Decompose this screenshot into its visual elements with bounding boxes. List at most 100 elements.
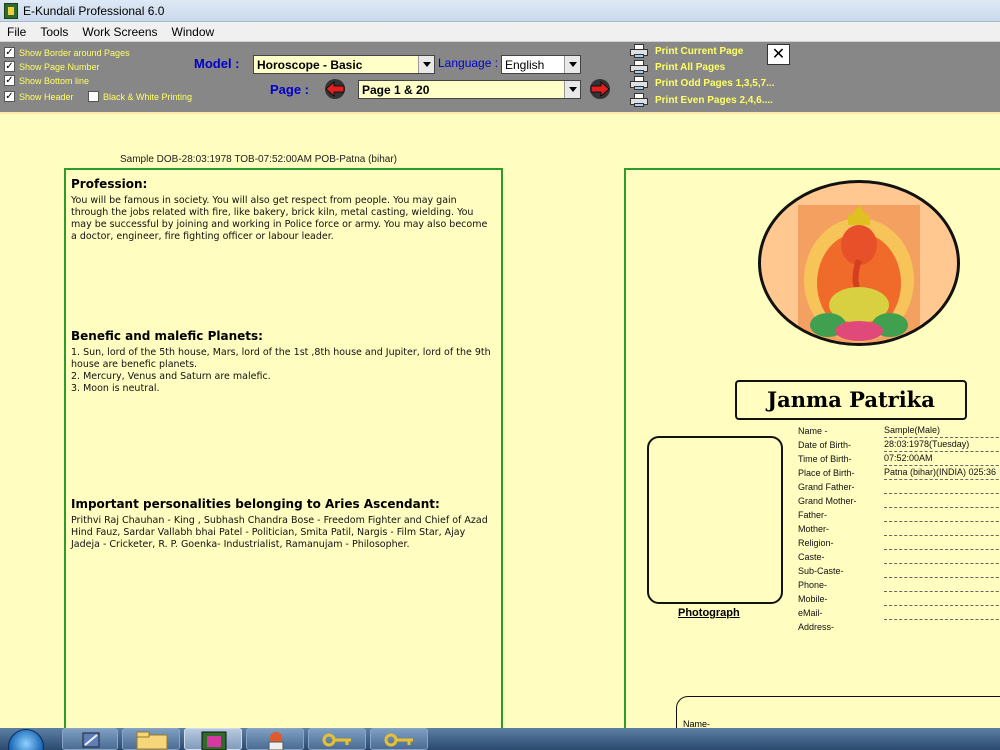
section-line: Prithvi Raj Chauhan - King , Subhash Cha… (71, 515, 488, 550)
option-show-border[interactable]: ✓ Show Border around Pages (4, 47, 130, 58)
menu-work-screens[interactable]: Work Screens (75, 25, 164, 39)
previous-page-icon[interactable] (322, 78, 348, 100)
field-label-phone: Phone- (798, 580, 828, 590)
close-button[interactable]: ✕ (767, 44, 790, 65)
print-label: Print Even Pages 2,4,6.... (655, 94, 773, 106)
ekundali-app-icon (201, 731, 227, 750)
field-label-mobile: Mobile- (798, 594, 828, 604)
option-label: Show Page Number (19, 61, 100, 72)
checkbox-show-border[interactable]: ✓ (4, 47, 15, 58)
checkbox-bw-printing[interactable] (88, 91, 99, 102)
language-label: Language : (438, 56, 499, 70)
cover-page-panel: Janma Patrika Photograph Name - Sample(M… (624, 168, 1000, 750)
field-label-grandfather: Grand Father- (798, 482, 855, 492)
field-value-pob: Patna (bihar)(INDIA) 025:36 (884, 467, 1000, 480)
menu-file[interactable]: File (0, 25, 33, 39)
option-label: Show Header (19, 91, 74, 102)
taskbar-app-installer[interactable] (246, 728, 304, 750)
checkbox-show-page-number[interactable]: ✓ (4, 61, 15, 72)
section-title-personalities: Important personalities belonging to Ari… (71, 497, 440, 511)
option-show-bottom-line[interactable]: ✓ Show Bottom line (4, 75, 89, 86)
photograph-label: Photograph (678, 607, 740, 619)
checkbox-show-header[interactable]: ✓ (4, 91, 15, 102)
taskbar (0, 728, 1000, 750)
field-label-father: Father- (798, 510, 828, 520)
chevron-down-icon[interactable] (564, 81, 580, 98)
print-current-page[interactable]: Print Current Page (630, 44, 743, 58)
field-value-caste (884, 551, 1000, 564)
checkbox-show-bottom-line[interactable]: ✓ (4, 75, 15, 86)
printer-icon (630, 44, 648, 58)
chevron-down-icon[interactable] (418, 56, 434, 73)
section-line: 1. Sun, lord of the 5th house, Mars, lor… (71, 347, 491, 370)
chevron-down-icon[interactable] (564, 56, 580, 73)
field-label-address: Address- (798, 622, 835, 632)
printer-icon (630, 76, 648, 90)
taskbar-app-ekundali[interactable] (184, 728, 242, 750)
section-line: 3. Moon is neutral. (71, 383, 160, 394)
model-label: Model : (194, 56, 240, 71)
field-value-tob: 07:52:00AM (884, 453, 1000, 466)
field-label-name: Name - (798, 426, 828, 436)
taskbar-app-tools[interactable] (62, 728, 118, 750)
language-select[interactable]: English (501, 55, 581, 74)
ganesha-image (798, 205, 920, 343)
field-value-phone (884, 579, 1000, 592)
model-select[interactable]: Horoscope - Basic (253, 55, 435, 74)
key-icon (322, 733, 351, 747)
taskbar-app-key-1[interactable] (308, 728, 366, 750)
field-value-grandmother (884, 495, 1000, 508)
window-title: E-Kundali Professional 6.0 (23, 3, 165, 18)
field-value-father (884, 509, 1000, 522)
app-icon (4, 2, 18, 19)
field-value-grandfather (884, 481, 1000, 494)
tools-icon (82, 732, 100, 748)
start-button[interactable] (8, 729, 44, 750)
printer-icon (630, 60, 648, 74)
section-title-profession: Profession: (71, 177, 148, 191)
section-body-personalities: Prithvi Raj Chauhan - King , Subhash Cha… (71, 515, 495, 551)
print-label: Print Odd Pages 1,3,5,7... (655, 77, 775, 89)
print-even-pages[interactable]: Print Even Pages 2,4,6.... (630, 93, 773, 107)
folder-icon (136, 731, 168, 750)
taskbar-app-key-2[interactable] (370, 728, 428, 750)
field-label-tob: Time of Birth- (798, 454, 852, 464)
menu-tools[interactable]: Tools (33, 25, 75, 39)
field-label-religion: Religion- (798, 538, 834, 548)
page-value: Page 1 & 20 (362, 82, 430, 97)
field-label-email: eMail- (798, 608, 823, 618)
taskbar-app-explorer[interactable] (122, 728, 180, 750)
language-value: English (505, 57, 545, 72)
field-label-grandmother: Grand Mother- (798, 496, 857, 506)
deity-image-frame (758, 180, 960, 346)
print-label: Print All Pages (655, 61, 726, 73)
field-label-subcaste: Sub-Caste- (798, 566, 844, 576)
title-bar: E-Kundali Professional 6.0 (0, 0, 1000, 22)
option-label: Black & White Printing (103, 91, 193, 102)
print-all-pages[interactable]: Print All Pages (630, 60, 725, 74)
section-title-planets: Benefic and malefic Planets: (71, 329, 263, 343)
menu-window[interactable]: Window (165, 25, 222, 39)
option-label: Show Border around Pages (19, 47, 130, 58)
next-page-icon[interactable] (587, 78, 613, 100)
photograph-frame (647, 436, 783, 604)
section-body-planets: 1. Sun, lord of the 5th house, Mars, lor… (71, 347, 495, 395)
option-show-header[interactable]: ✓ Show Header (4, 91, 74, 102)
field-value-dob: 28:03:1978(Tuesday) (884, 439, 1000, 452)
field-label-dob: Date of Birth- (798, 440, 852, 450)
print-label: Print Current Page (655, 45, 744, 57)
printer-icon (630, 93, 648, 107)
field-value-email (884, 607, 1000, 620)
section-body-profession: You will be famous in society. You will … (71, 195, 495, 243)
installer-icon (268, 732, 284, 750)
page-select[interactable]: Page 1 & 20 (358, 80, 581, 99)
section-line: You will be famous in society. You will … (71, 195, 488, 242)
section-line: 2. Mercury, Venus and Saturn are malefic… (71, 371, 271, 382)
print-odd-pages[interactable]: Print Odd Pages 1,3,5,7... (630, 76, 775, 90)
field-label-caste: Caste- (798, 552, 825, 562)
option-bw-printing[interactable]: Black & White Printing (88, 91, 192, 102)
model-value: Horoscope - Basic (257, 57, 363, 72)
page-header-line: Sample DOB-28:03:1978 TOB-07:52:00AM POB… (120, 154, 397, 165)
option-show-page-number[interactable]: ✓ Show Page Number (4, 61, 100, 72)
field-value-address (884, 621, 1000, 634)
